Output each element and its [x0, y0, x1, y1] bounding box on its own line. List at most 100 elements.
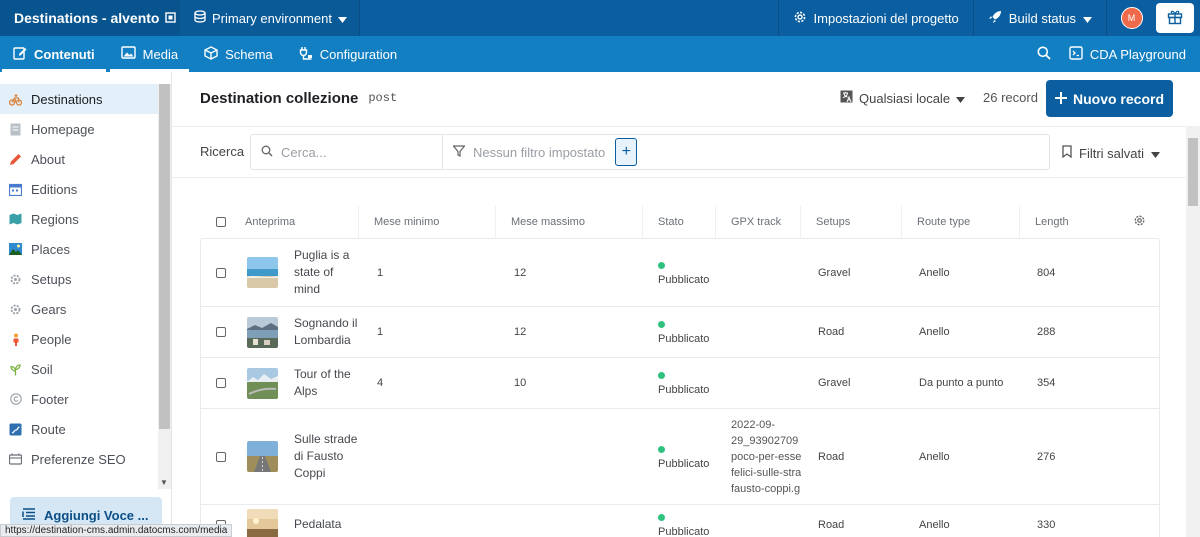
table-row[interactable]: Puglia is a state of mind 1 12 Gravel Anello… [201, 239, 1159, 307]
scrollbar-thumb[interactable] [159, 84, 170, 429]
cda-playground-button[interactable]: CDA Playground [1063, 45, 1200, 63]
sidebar-item-label: Places [31, 241, 71, 257]
plugs-icon [299, 46, 313, 63]
record-title-cell: Sognando il Lombardia [294, 307, 364, 357]
record-thumbnail [247, 307, 279, 357]
table-row[interactable]: Tour of the Alps 4 10 Gravel Da punto a punt… [201, 358, 1159, 409]
status-cell: Pubblicato [658, 307, 728, 357]
sidebar-item-places[interactable]: Places [0, 234, 158, 264]
project-settings-button[interactable]: Impostazioni del progetto [777, 0, 973, 36]
min-month: 1 [377, 326, 384, 338]
scrollbar-thumb[interactable] [1188, 138, 1198, 206]
column-header[interactable]: Anteprima [230, 206, 358, 238]
chevron-down-icon [337, 11, 347, 26]
sidebar-item-destinations[interactable]: Destinations [0, 84, 158, 114]
column-header[interactable]: GPX track [715, 206, 800, 238]
global-search-button[interactable] [1025, 36, 1063, 72]
column-settings-button[interactable] [1119, 206, 1160, 238]
record-title: Pedalata [294, 517, 342, 531]
status-badge: Pubblicato [658, 273, 710, 286]
saved-filters-dropdown[interactable]: Filtri salvati [1062, 145, 1161, 161]
length-value: 330 [1037, 518, 1056, 531]
new-record-button[interactable]: Nuovo record [1046, 80, 1173, 117]
sidebar-item-label: Preferenze SEO [31, 451, 126, 467]
record-title: Sulle strade di Fausto Coppi [294, 432, 358, 480]
row-checkbox[interactable] [216, 358, 230, 408]
record-count: 26 record [983, 90, 1038, 105]
scroll-down-arrow-icon[interactable]: ▼ [160, 478, 168, 487]
sidebar-item-regions[interactable]: Regions [0, 204, 158, 234]
gift-button[interactable] [1156, 3, 1194, 33]
setup-value: Gravel [818, 266, 851, 279]
gpx-filename-line: 2022-09- [731, 418, 776, 431]
edit-icon [13, 46, 27, 63]
tab-label: Media [142, 46, 179, 62]
sidebar-item-label: Editions [31, 181, 78, 197]
column-header[interactable]: Mese massimo [495, 206, 642, 238]
table-row[interactable]: Sulle strade di Fausto Coppi Road Anello 27… [201, 409, 1159, 505]
sidebar-scrollbar[interactable]: ▼ [158, 84, 171, 489]
record-thumbnail [247, 239, 279, 306]
gpx-filename-line: fausto-coppi.g [731, 482, 801, 495]
status-cell: Pubblicato [658, 358, 728, 408]
sidebar-item-footer[interactable]: Footer [0, 384, 158, 414]
tab-label: Schema [225, 46, 273, 62]
sidebar-item-soil[interactable]: Soil [0, 354, 158, 384]
select-all-checkbox[interactable] [200, 206, 230, 238]
sidebar-item-preferenze-seo[interactable]: Preferenze SEO [0, 444, 158, 474]
page-scrollbar[interactable] [1186, 126, 1200, 537]
column-header[interactable]: Stato [642, 206, 715, 238]
sidebar-item-people[interactable]: People [0, 324, 158, 354]
record-title: Tour of the Alps [294, 367, 351, 398]
sidebar-item-route[interactable]: Route [0, 414, 158, 444]
gift-icon [1167, 9, 1183, 28]
column-header[interactable]: Route type [901, 206, 1019, 238]
sidebar-item-about[interactable]: About [0, 144, 158, 174]
filter-input[interactable]: Nessun filtro impostato + [443, 135, 1049, 169]
chevron-down-icon [956, 91, 966, 106]
sidebar-item-label: Destinations [31, 91, 103, 107]
column-header[interactable]: Setups [800, 206, 901, 238]
calendar-icon [9, 183, 22, 196]
sidebar-item-editions[interactable]: Editions [0, 174, 158, 204]
translate-icon [840, 90, 853, 106]
environment-switcher[interactable]: Primary environment [180, 0, 360, 36]
build-status-button[interactable]: Build status [972, 0, 1106, 36]
status-badge: Pubblicato [658, 525, 710, 537]
tab-configuration[interactable]: Configuration [286, 36, 410, 72]
route-icon [9, 423, 22, 436]
published-dot-icon [658, 445, 665, 453]
tab-schema[interactable]: Schema [191, 36, 286, 72]
row-checkbox[interactable] [216, 307, 230, 357]
project-switcher[interactable]: Destinations - alvento [0, 0, 180, 36]
search-input[interactable]: Cerca... [251, 135, 443, 169]
pencil-icon [9, 153, 22, 166]
sidebar-item-homepage[interactable]: Homepage [0, 114, 158, 144]
tab-contenuti[interactable]: Contenuti [0, 36, 108, 72]
max-month: 10 [514, 377, 527, 389]
search-icon [261, 145, 273, 160]
record-thumbnail [247, 409, 279, 504]
max-month: 12 [514, 326, 527, 338]
user-menu[interactable]: M [1106, 0, 1156, 36]
row-checkbox[interactable] [216, 409, 230, 504]
sidebar-item-gears[interactable]: Gears [0, 294, 158, 324]
tab-media[interactable]: Media [108, 36, 191, 72]
add-filter-button[interactable]: + [615, 138, 638, 166]
status-badge: Pubblicato [658, 333, 710, 345]
plus-icon [1054, 91, 1067, 107]
column-header[interactable]: Length [1019, 206, 1119, 238]
locale-selector[interactable]: Qualsiasi locale [840, 90, 966, 106]
cda-playground-label: CDA Playground [1089, 46, 1186, 62]
column-header[interactable]: Mese minimo [358, 206, 495, 238]
sidebar-item-setups[interactable]: Setups [0, 264, 158, 294]
plant-icon [9, 363, 22, 376]
table-row[interactable]: Pedalata Road Anello 330 Pubblicato [201, 505, 1159, 537]
external-link-icon[interactable] [165, 10, 177, 26]
row-checkbox[interactable] [216, 239, 230, 306]
sidebar-item-label: Footer [31, 391, 69, 407]
project-settings-label: Impostazioni del progetto [813, 10, 959, 26]
table-row[interactable]: Sognando il Lombardia 1 12 Road Anello 288 Pub… [201, 307, 1159, 358]
avatar[interactable]: M [1120, 7, 1143, 29]
gear-icon [1133, 214, 1146, 230]
